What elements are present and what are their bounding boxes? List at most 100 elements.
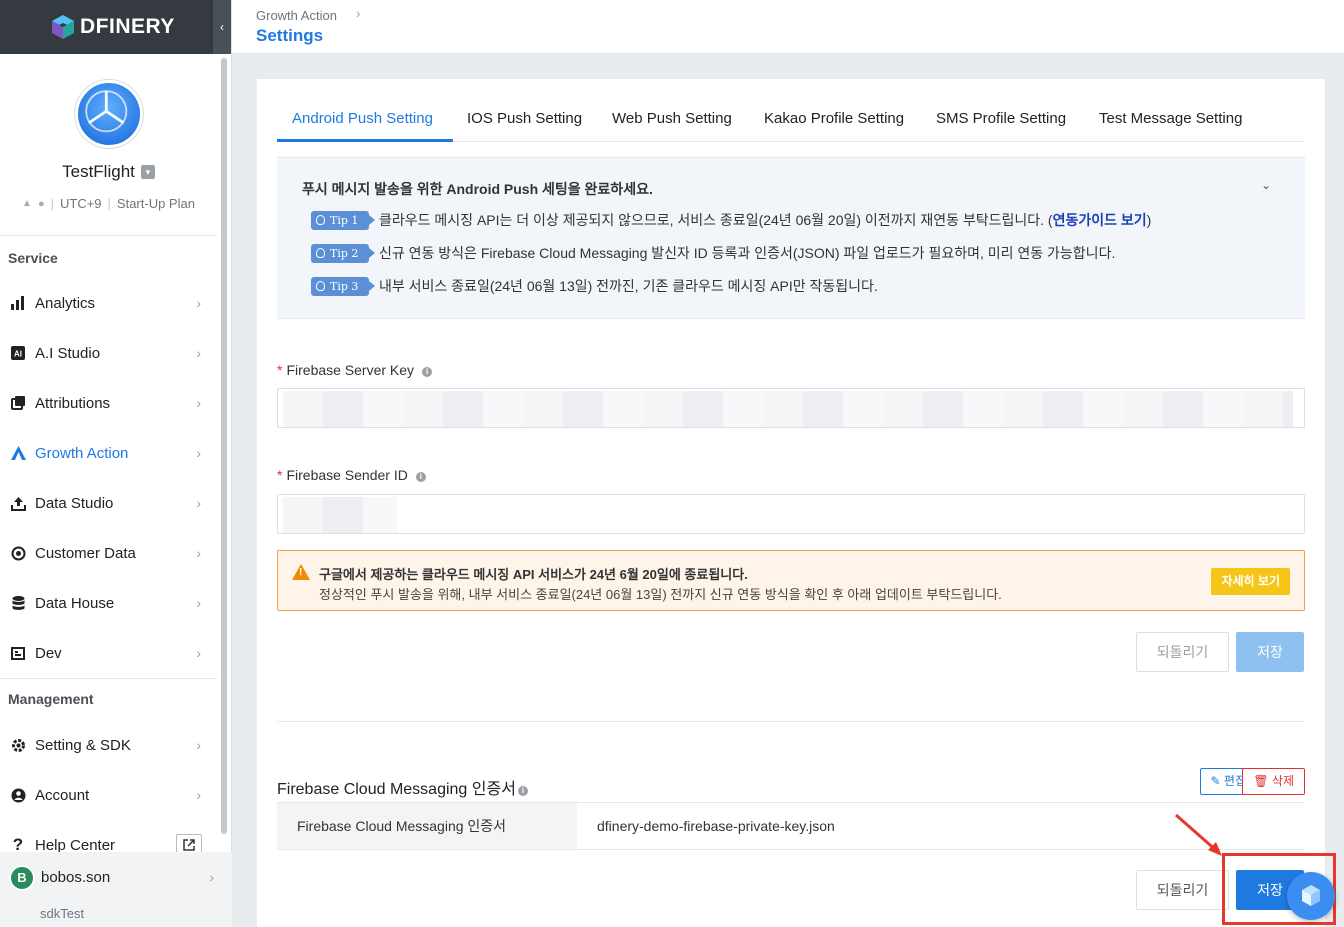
- propeller-icon: [84, 90, 127, 133]
- sidebar: DFINERY ‹ TestFlight ▾ ▲ ● | UTC+9 | Sta…: [0, 0, 232, 927]
- sidebar-item-setting-sdk[interactable]: Setting & SDK ›: [0, 720, 217, 770]
- annotation-arrow-icon: [1175, 813, 1222, 856]
- warning-icon: [292, 564, 310, 580]
- tab-web-push-setting[interactable]: Web Push Setting: [612, 110, 732, 127]
- server-key-label: Firebase Server Key: [286, 362, 415, 378]
- tab-test-message-setting[interactable]: Test Message Setting: [1099, 110, 1242, 127]
- logo-cube-icon: [52, 15, 74, 39]
- chevron-left-icon: ‹: [220, 20, 224, 34]
- server-key-input[interactable]: [277, 388, 1305, 428]
- dev-icon: [10, 645, 26, 661]
- warning-text: 정상적인 푸시 발송을 위해, 내부 서비스 종료일(24년 06월 13일) …: [319, 587, 1002, 602]
- tip-suffix: ): [1146, 212, 1152, 228]
- svg-text:AI: AI: [14, 350, 22, 359]
- sidebar-item-label: Attributions: [35, 394, 111, 412]
- tab-android-push-setting[interactable]: Android Push Setting: [292, 110, 433, 127]
- tip-badge-label: Tip 1: [330, 213, 359, 227]
- collapse-sidebar-button[interactable]: ‹: [213, 0, 231, 54]
- gear-icon: [10, 737, 26, 753]
- chevron-right-icon: ›: [196, 495, 201, 511]
- sidebar-item-account[interactable]: Account ›: [0, 770, 217, 820]
- chevron-down-icon[interactable]: ⌄: [1261, 178, 1271, 192]
- sidebar-item-dev[interactable]: Dev ›: [0, 628, 217, 678]
- warning-banner: 구글에서 제공하는 클라우드 메시징 API 서비스가 24년 6월 20일에 …: [277, 550, 1305, 611]
- tip-row: Tip 1 클라우드 메시징 API는 더 이상 제공되지 않으므로, 서비스 …: [311, 210, 1151, 230]
- dropdown-icon[interactable]: ▾: [140, 165, 155, 179]
- settings-card: Android Push Setting IOS Push Setting We…: [257, 79, 1325, 927]
- sidebar-item-customer-data[interactable]: Customer Data ›: [0, 528, 217, 578]
- bar-chart-icon: [10, 295, 26, 311]
- tab-ios-push-setting[interactable]: IOS Push Setting: [467, 110, 582, 127]
- tab-sms-profile-setting[interactable]: SMS Profile Setting: [936, 110, 1066, 127]
- bulb-icon: [316, 215, 325, 225]
- sidebar-scrollbar[interactable]: [219, 56, 229, 836]
- apple-icon: ●: [37, 197, 45, 210]
- tip-text: 신규 연동 방식은 Firebase Cloud Messaging 발신자 I…: [379, 245, 1116, 261]
- sidebar-item-data-studio[interactable]: Data Studio ›: [0, 478, 217, 528]
- delete-label: 삭제: [1271, 774, 1294, 788]
- tip-badge-label: Tip 2: [330, 246, 359, 260]
- delete-certificate-button[interactable]: 🗑 삭제: [1242, 768, 1305, 795]
- sidebar-item-ai-studio[interactable]: AI A.I Studio ›: [0, 328, 217, 378]
- details-button[interactable]: 자세히 보기: [1211, 568, 1290, 595]
- avatar: B: [9, 865, 35, 891]
- required-marker: *: [277, 467, 283, 483]
- sidebar-item-attributions[interactable]: Attributions ›: [0, 378, 217, 428]
- tip-text: 클라우드 메시징 API는 더 이상 제공되지 않으므로, 서비스 종료일(24…: [379, 212, 1053, 228]
- tip-badge-label: Tip 3: [330, 279, 359, 293]
- chevron-right-icon: ›: [196, 345, 201, 361]
- required-marker: *: [277, 362, 283, 378]
- chevron-right-icon: ›: [196, 737, 201, 753]
- trash-icon: 🗑: [1253, 774, 1269, 788]
- chevron-right-icon: ›: [196, 595, 201, 611]
- certificate-table: Firebase Cloud Messaging 인증서 dfinery-dem…: [277, 802, 1305, 850]
- scroll-thumb[interactable]: [221, 58, 227, 834]
- breadcrumb[interactable]: Growth Action: [256, 8, 337, 23]
- top-header: Growth Action › Settings: [232, 0, 1344, 54]
- info-box: 푸시 메시지 발송을 위한 Android Push 세팅을 완료하세요. ⌄ …: [277, 157, 1305, 319]
- section-divider: [277, 721, 1305, 722]
- user-name: bobos.son: [41, 869, 111, 886]
- save-button[interactable]: 저장: [1236, 632, 1304, 672]
- info-icon[interactable]: i: [422, 367, 433, 377]
- warning-title: 구글에서 제공하는 클라우드 메시징 API 서비스가 24년 6월 20일에 …: [319, 567, 748, 582]
- workspace-name: sdkTest: [40, 906, 85, 921]
- chat-fab-button[interactable]: [1287, 872, 1335, 920]
- attribution-icon: [10, 395, 26, 411]
- service-section-label: Service: [8, 250, 58, 266]
- revert-button[interactable]: 되돌리기: [1136, 632, 1229, 672]
- masked-value: [283, 497, 397, 533]
- info-icon[interactable]: i: [517, 786, 528, 796]
- certificate-section-title-row: Firebase Cloud Messaging 인증서 i: [277, 775, 528, 799]
- tip-badge: Tip 3: [311, 276, 375, 296]
- chevron-right-icon: ›: [196, 445, 201, 461]
- user-menu[interactable]: B bobos.son › sdkTest: [0, 852, 232, 927]
- info-icon[interactable]: i: [415, 472, 426, 482]
- plan: Start-Up Plan: [116, 196, 195, 211]
- app-profile: TestFlight ▾ ▲ ● | UTC+9 | Start-Up Plan: [0, 54, 217, 236]
- sidebar-item-label: Help Center: [35, 836, 116, 854]
- sidebar-item-label: Setting & SDK: [35, 736, 131, 754]
- chevron-right-icon: ›: [196, 645, 201, 661]
- sender-id-input[interactable]: [277, 494, 1305, 534]
- certificate-row-label: Firebase Cloud Messaging 인증서: [277, 803, 577, 849]
- bulb-icon: [316, 248, 325, 258]
- ai-icon: AI: [10, 345, 26, 361]
- app-name: TestFlight: [62, 162, 135, 181]
- app-name-row[interactable]: TestFlight ▾: [0, 162, 217, 182]
- tab-kakao-profile-setting[interactable]: Kakao Profile Setting: [764, 110, 904, 127]
- info-title: 푸시 메시지 발송을 위한 Android Push 세팅을 완료하세요.: [302, 181, 653, 197]
- question-icon: ?: [12, 835, 24, 854]
- chevron-right-icon: ›: [196, 295, 201, 311]
- tip-text: 내부 서비스 종료일(24년 06월 13일) 전까진, 기존 클라우드 메시징…: [379, 278, 878, 294]
- revert-button-bottom[interactable]: 되돌리기: [1136, 870, 1229, 910]
- sidebar-item-label: Analytics: [35, 294, 96, 312]
- sidebar-item-analytics[interactable]: Analytics ›: [0, 278, 217, 328]
- certificate-section-title: Firebase Cloud Messaging 인증서: [277, 781, 516, 798]
- integration-guide-link[interactable]: 연동가이드 보기: [1053, 210, 1147, 230]
- logo[interactable]: DFINERY: [50, 14, 175, 40]
- sidebar-item-growth-action[interactable]: Growth Action ›: [0, 428, 217, 478]
- sidebar-item-label: A.I Studio: [35, 344, 101, 362]
- sidebar-item-data-house[interactable]: Data House ›: [0, 578, 217, 628]
- person-icon: [10, 787, 26, 803]
